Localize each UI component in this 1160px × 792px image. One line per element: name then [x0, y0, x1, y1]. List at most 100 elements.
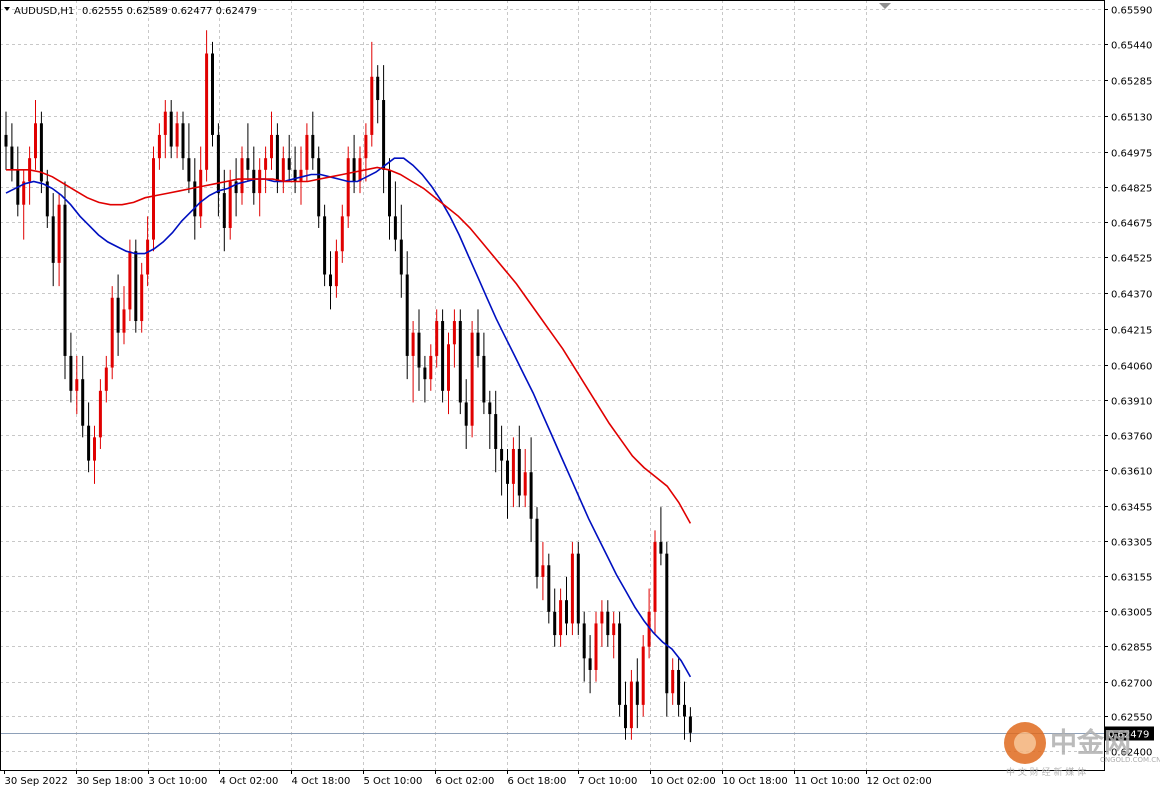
bull-candle-body: [511, 448, 515, 484]
bull-candle-body: [104, 367, 108, 391]
bear-candle-body: [635, 681, 639, 705]
price-axis: 0.65590 0.65440 0.65285 0.65130 0.64975 0.648…: [1104, 6, 1152, 759]
watermark-domain: CNGOLD.COM.CN: [1100, 756, 1160, 764]
bear-candle-body: [246, 158, 250, 170]
bear-candle-body: [388, 169, 391, 217]
bear-candle-body: [275, 134, 279, 182]
bear-candle-body: [618, 623, 622, 705]
y-tick-label: 0.62700: [1111, 679, 1152, 690]
bear-candle-body: [382, 100, 386, 170]
bear-candle-body: [10, 146, 14, 170]
bear-candle-body: [529, 472, 533, 519]
bear-candle-body: [441, 321, 445, 391]
bull-candle-body: [452, 321, 456, 345]
bull-candle-body: [364, 134, 368, 159]
x-tick-label: 3 Oct 10:00: [149, 776, 208, 787]
bull-candle-body: [334, 251, 338, 287]
bear-candle-body: [488, 402, 492, 415]
x-tick-label: 30 Sep 2022: [5, 776, 68, 787]
x-tick-label: 11 Oct 10:00: [795, 776, 860, 787]
bear-candle-body: [535, 518, 539, 577]
bull-candle-body: [122, 309, 126, 333]
bear-candle-body: [293, 169, 297, 182]
bear-candle-body: [458, 321, 462, 403]
bear-candle-body: [547, 565, 551, 612]
bear-candle-body: [69, 355, 73, 391]
y-tick-label: 0.64215: [1111, 326, 1152, 337]
x-tick-label: 4 Oct 18:00: [292, 776, 351, 787]
y-tick-label: 0.63305: [1111, 538, 1152, 549]
bull-candle-body: [140, 274, 144, 322]
bear-candle-body: [352, 158, 356, 182]
bull-candle-body: [175, 123, 179, 147]
bear-candle-body: [181, 123, 185, 159]
bull-candle-body: [281, 158, 285, 182]
bull-candle-body: [146, 239, 150, 275]
bull-candle-body: [258, 169, 262, 194]
bear-candle-body: [688, 716, 692, 733]
bull-candle-body: [270, 134, 273, 159]
bear-candle-body: [222, 193, 226, 228]
bear-candle-body: [553, 611, 557, 636]
y-tick-label: 0.62550: [1111, 713, 1152, 724]
bull-candle-body: [358, 158, 362, 182]
bull-candle-body: [346, 158, 350, 217]
bull-candle-body: [75, 379, 79, 391]
bear-candle-body: [4, 134, 8, 147]
chart-window[interactable]: 0.65590 0.65440 0.65285 0.65130 0.64975 0.648…: [0, 0, 1160, 792]
bear-candle-body: [87, 425, 91, 461]
bear-candle-body: [51, 216, 55, 263]
time-axis: 30 Sep 2022 30 Sep 18:00 3 Oct 10:00 4 Oct …: [4, 770, 932, 787]
cngold-logo-inner-icon: [1014, 732, 1036, 754]
watermark-name: 中金网: [1050, 727, 1131, 759]
bear-candle-body: [81, 379, 85, 426]
bull-candle-body: [470, 332, 474, 426]
y-tick-label: 0.64975: [1111, 149, 1152, 160]
bear-candle-body: [323, 216, 327, 275]
bull-candle-body: [34, 123, 37, 159]
bear-candle-body: [464, 402, 468, 426]
bear-candle-body: [659, 542, 663, 554]
y-tick-label: 0.62855: [1111, 643, 1152, 654]
bull-candle-body: [152, 158, 155, 240]
bull-candle-body: [653, 542, 657, 612]
y-tick-label: 0.63455: [1111, 503, 1152, 514]
bear-candle-body: [624, 704, 627, 729]
bear-candle-body: [311, 134, 315, 159]
y-tick-label: 0.64675: [1111, 219, 1152, 230]
bear-candle-body: [517, 448, 521, 496]
bear-candle-body: [405, 274, 409, 356]
bull-candle-body: [299, 169, 303, 182]
bull-candle-body: [541, 565, 545, 577]
price-chart[interactable]: 0.65590 0.65440 0.65285 0.65130 0.64975 0.648…: [0, 0, 1160, 792]
x-tick-label: 5 Oct 10:00: [364, 776, 423, 787]
bull-candle-body: [559, 600, 563, 636]
x-tick-label: 10 Oct 02:00: [651, 776, 716, 787]
y-tick-label: 0.64060: [1111, 362, 1152, 373]
bull-candle-body: [163, 111, 167, 135]
bull-candle-body: [264, 158, 268, 170]
bear-candle-body: [606, 611, 610, 636]
bull-candle-body: [435, 321, 439, 356]
bear-candle-body: [399, 239, 403, 275]
bull-candle-body: [429, 355, 433, 380]
bull-candle-body: [594, 623, 598, 670]
bull-candle-body: [447, 344, 450, 391]
bear-candle-body: [287, 158, 291, 170]
y-tick-label: 0.63610: [1111, 467, 1152, 478]
bear-candle-body: [683, 704, 686, 717]
bull-candle-body: [370, 76, 374, 135]
bear-candle-body: [329, 274, 332, 287]
bull-candle-body: [57, 204, 61, 263]
bull-candle-body: [93, 437, 96, 461]
x-tick-label: 30 Sep 18:00: [77, 776, 144, 787]
bear-candle-body: [576, 553, 580, 624]
x-tick-label: 4 Oct 02:00: [220, 776, 279, 787]
bull-candle-body: [157, 134, 161, 159]
bear-candle-body: [252, 169, 256, 194]
x-tick-label: 10 Oct 18:00: [723, 776, 788, 787]
watermark-tagline: 中 文 财 经 新 媒 体: [1006, 766, 1086, 778]
bull-candle-body: [98, 390, 102, 438]
bull-candle-body: [128, 251, 132, 310]
bear-candle-body: [211, 53, 214, 135]
